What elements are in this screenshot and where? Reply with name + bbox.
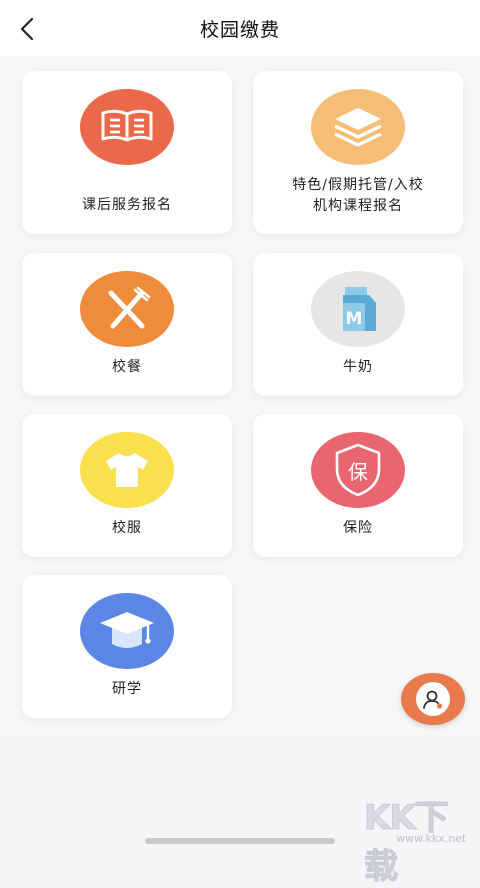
card-label-line-2: 机构课程报名: [313, 198, 403, 214]
watermark: KK下载 www.kkx.net: [360, 790, 480, 888]
card-study-tour[interactable]: 研学: [22, 575, 232, 718]
svg-text:M: M: [346, 309, 363, 329]
layers-icon: [311, 89, 405, 165]
milk-carton-icon: M: [311, 271, 405, 347]
card-after-school-service[interactable]: 课后服务报名: [22, 71, 232, 234]
page-title: 校园缴费: [199, 19, 280, 41]
home-indicator: [145, 838, 335, 844]
card-milk[interactable]: M 牛奶: [253, 253, 463, 396]
header: 校园缴费: [0, 0, 480, 56]
graduation-cap-icon: [80, 593, 174, 669]
shield-icon: 保: [311, 432, 405, 508]
card-special-holiday-registration[interactable]: 特色/假期托管/入校 机构课程报名: [253, 71, 463, 234]
card-label-line-1: 特色/假期托管/入校: [292, 177, 424, 193]
card-label: 研学: [112, 681, 142, 697]
card-school-meal[interactable]: 校餐: [22, 253, 232, 396]
card-label: 保险: [343, 520, 373, 536]
card-label: 牛奶: [343, 359, 373, 375]
fork-knife-icon: [80, 271, 174, 347]
card-insurance[interactable]: 保 保险: [253, 414, 463, 557]
shield-icon-text: 保: [348, 460, 368, 484]
tshirt-icon: [80, 432, 174, 508]
book-icon: [80, 89, 174, 165]
watermark-url: www.kkx.net: [396, 832, 467, 845]
fab-inner: [416, 682, 450, 716]
card-label: 课后服务报名: [82, 197, 172, 213]
content-area: 课后服务报名 特色/假期托管/入校 机构课程报名 校餐 M 牛奶 校服 保 保险…: [0, 56, 480, 738]
card-label: 校服: [112, 520, 142, 536]
floating-action-button[interactable]: [401, 673, 465, 725]
card-label: 校餐: [112, 359, 142, 375]
card-school-uniform[interactable]: 校服: [22, 414, 232, 557]
user-icon: [423, 690, 443, 709]
